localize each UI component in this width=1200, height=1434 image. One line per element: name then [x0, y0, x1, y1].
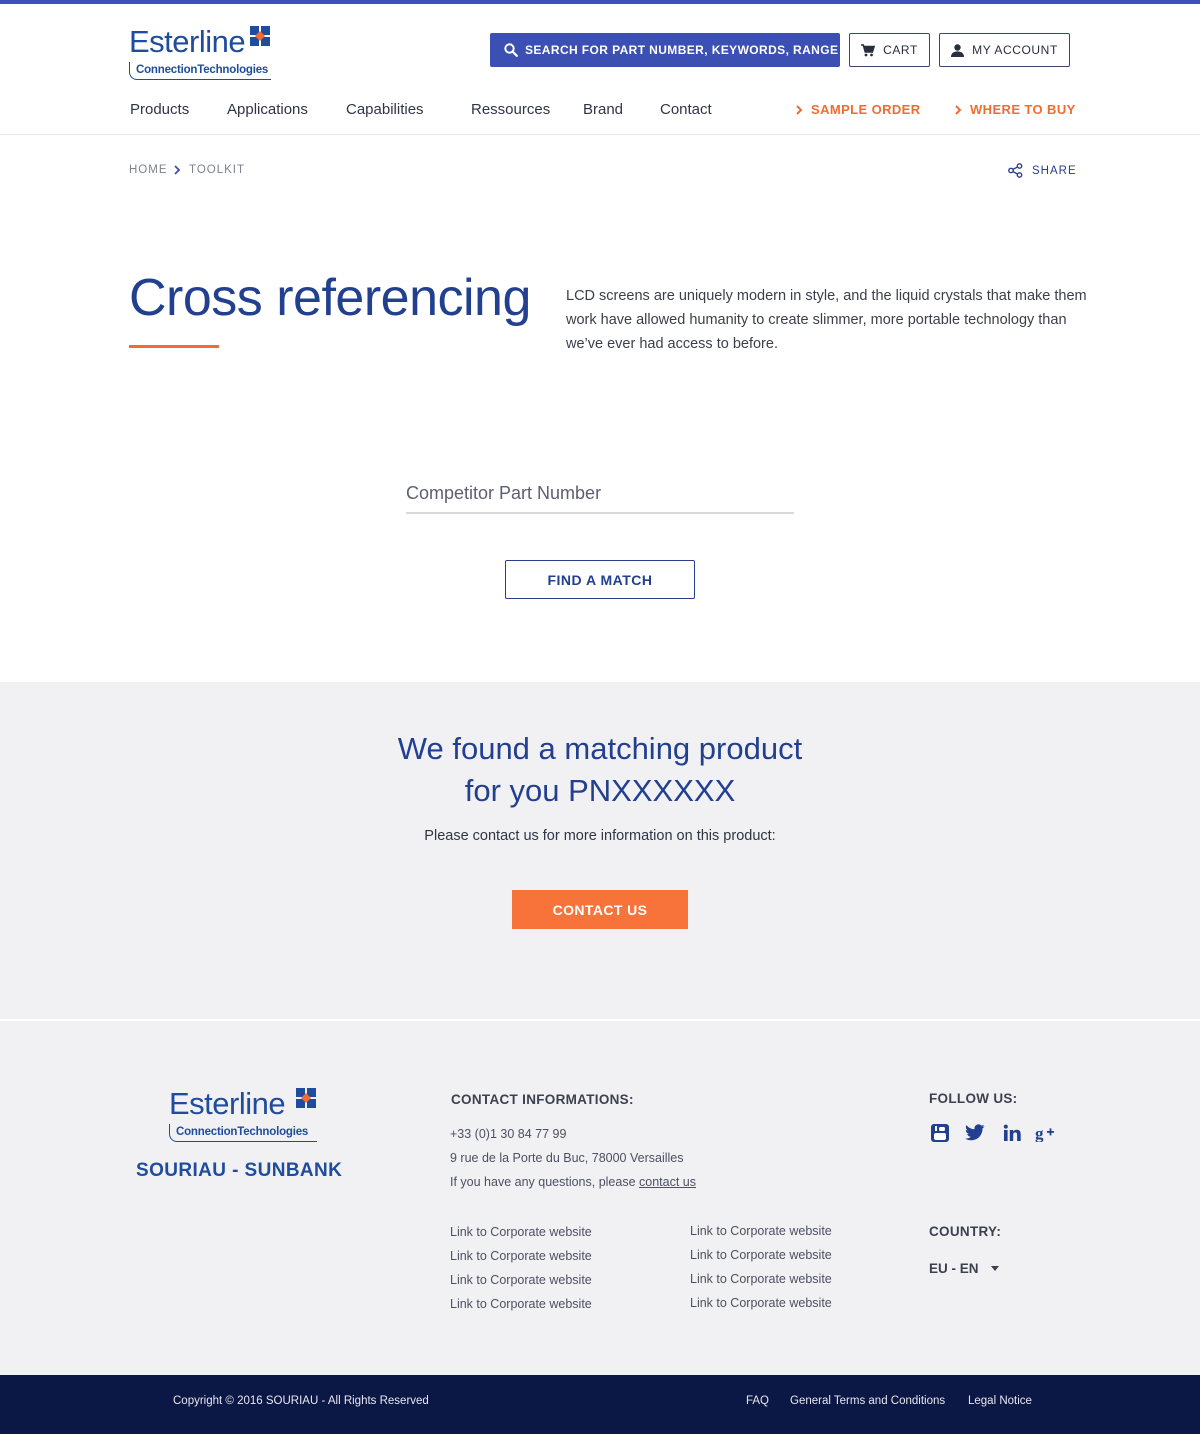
contact-address: 9 rue de la Porte du Buc, 78000 Versaill… [450, 1151, 684, 1165]
search-bar[interactable]: SEARCH FOR PART NUMBER, KEYWORDS, RANGE [490, 33, 840, 67]
my-account-button[interactable]: MY ACCOUNT [939, 33, 1070, 67]
contact-phone: +33 (0)1 30 84 77 99 [450, 1127, 567, 1141]
contact-questions: If you have any questions, please contac… [450, 1175, 696, 1189]
corporate-link[interactable]: Link to Corporate website [450, 1297, 592, 1311]
logo-mark-icon [250, 26, 270, 46]
top-accent-bar [0, 0, 1200, 4]
follow-heading: FOLLOW US: [929, 1091, 1018, 1106]
questions-text: If you have any questions, please [450, 1175, 636, 1189]
result-section: We found a matching product for you PNXX… [0, 682, 1200, 1019]
header-divider [0, 134, 1200, 135]
esterline-logo[interactable]: Esterline ConnectionTechnologies [129, 26, 274, 80]
nav-item-ressources[interactable]: Ressources [471, 101, 550, 118]
chevron-right-icon [174, 165, 181, 175]
corporate-link[interactable]: Link to Corporate website [690, 1248, 832, 1262]
search-icon [504, 43, 518, 57]
result-title: We found a matching product for you PNXX… [0, 728, 1200, 812]
twitter-icon[interactable] [964, 1122, 986, 1144]
footer: Esterline ConnectionTechnologies SOURIAU… [0, 1021, 1200, 1375]
googleplus-icon[interactable]: g [1035, 1122, 1057, 1144]
contact-heading: CONTACT INFORMATIONS: [451, 1092, 634, 1107]
souriau-sunbank-logo: SOURIAU - SUNBANK [136, 1160, 343, 1181]
nav-item-brand[interactable]: Brand [583, 101, 623, 118]
nav-item-applications[interactable]: Applications [227, 101, 308, 118]
contact-us-link[interactable]: contact us [639, 1175, 696, 1189]
faq-link[interactable]: FAQ [746, 1395, 769, 1407]
logo-subtitle: ConnectionTechnologies [129, 62, 271, 80]
caret-down-icon [990, 1266, 999, 1271]
breadcrumb-home[interactable]: HOME [129, 164, 168, 176]
corporate-link[interactable]: Link to Corporate website [450, 1273, 592, 1287]
copyright-text: Copyright © 2016 SOURIAU - All Rights Re… [173, 1395, 429, 1407]
cart-icon [861, 43, 876, 56]
sample-order-link[interactable]: SAMPLE ORDER [795, 102, 921, 117]
cart-button[interactable]: CART [849, 33, 930, 67]
country-value: EU - EN [929, 1261, 979, 1276]
where-to-buy-label: WHERE TO BUY [970, 102, 1076, 117]
corporate-link[interactable]: Link to Corporate website [690, 1296, 832, 1310]
result-title-line1: We found a matching product [397, 731, 803, 766]
corporate-link[interactable]: Link to Corporate website [450, 1249, 592, 1263]
share-label: SHARE [1032, 164, 1077, 177]
country-select[interactable]: EU - EN [929, 1261, 999, 1276]
corporate-link[interactable]: Link to Corporate website [690, 1224, 832, 1238]
footer-logo-word: Esterline [169, 1086, 286, 1121]
sample-order-label: SAMPLE ORDER [811, 102, 921, 117]
corporate-link[interactable]: Link to Corporate website [690, 1272, 832, 1286]
chevron-right-icon [955, 104, 962, 115]
where-to-buy-link[interactable]: WHERE TO BUY [954, 102, 1076, 117]
svg-text:g: g [1035, 1124, 1044, 1142]
intro-text: LCD screens are uniquely modern in style… [566, 288, 1087, 352]
logo-mark-icon [296, 1088, 316, 1108]
result-subtitle: Please contact us for more information o… [424, 828, 776, 844]
main-nav: Products Applications Capabilities Resso… [0, 101, 1200, 121]
linkedin-icon[interactable] [1001, 1122, 1023, 1144]
chevron-right-icon [796, 104, 803, 115]
user-icon [951, 43, 965, 57]
page-title: Cross referencing [129, 269, 531, 327]
competitor-part-number-input[interactable] [406, 474, 794, 514]
nav-item-capabilities[interactable]: Capabilities [346, 101, 424, 118]
search-label: SEARCH FOR PART NUMBER, KEYWORDS, RANGE [525, 43, 839, 57]
country-heading: COUNTRY: [929, 1224, 1002, 1239]
title-underline [129, 345, 219, 348]
terms-link[interactable]: General Terms and Conditions [790, 1395, 945, 1407]
footer-logo-subtitle: ConnectionTechnologies [169, 1124, 317, 1142]
legal-notice-link[interactable]: Legal Notice [968, 1395, 1032, 1407]
cart-label: CART [883, 43, 918, 57]
result-title-line2: for you PNXXXXXX [464, 773, 736, 808]
corporate-link[interactable]: Link to Corporate website [450, 1225, 592, 1239]
footer-esterline-logo[interactable]: Esterline ConnectionTechnologies [169, 1088, 319, 1144]
breadcrumb-toolkit: TOOLKIT [189, 164, 245, 176]
youtube-icon[interactable] [929, 1122, 951, 1144]
nav-item-contact[interactable]: Contact [660, 101, 712, 118]
contact-us-button[interactable]: CONTACT US [512, 890, 688, 929]
nav-item-products[interactable]: Products [130, 101, 189, 118]
logo-word: Esterline [129, 24, 246, 59]
share-icon [1008, 163, 1023, 178]
find-match-button[interactable]: FIND A MATCH [505, 560, 695, 599]
account-label: MY ACCOUNT [972, 43, 1058, 57]
share-button[interactable]: SHARE [1008, 163, 1077, 178]
bottom-bar: Copyright © 2016 SOURIAU - All Rights Re… [0, 1375, 1200, 1434]
